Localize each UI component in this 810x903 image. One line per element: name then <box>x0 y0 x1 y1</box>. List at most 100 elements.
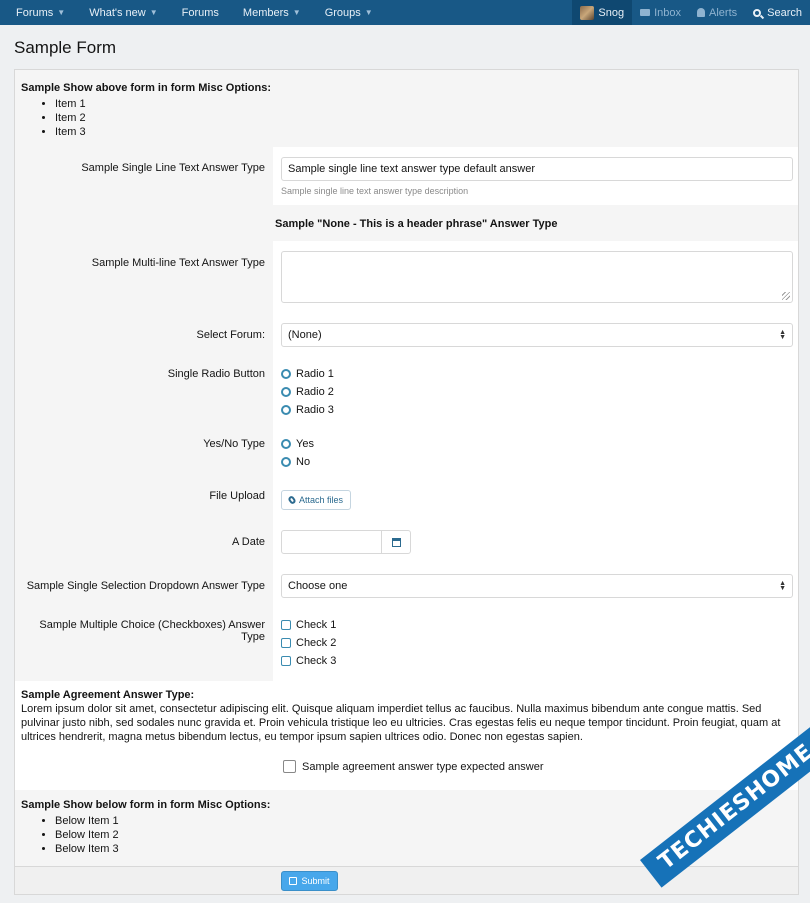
select-forum-dropdown[interactable]: (None) ▲ ▼ <box>281 323 793 347</box>
label-column <box>15 147 273 681</box>
pre-form-section: Sample Show above form in form Misc Opti… <box>15 70 798 147</box>
save-icon <box>289 877 298 885</box>
radio-option[interactable]: Radio 1 <box>281 365 334 383</box>
calendar-icon <box>391 537 401 547</box>
checkbox-group: Check 1 Check 2 Check 3 <box>281 616 336 670</box>
avatar <box>580 5 595 20</box>
alerts-label: Alerts <box>709 6 738 19</box>
single-dropdown-value: Choose one <box>288 580 348 592</box>
select-arrows-icon: ▲ ▼ <box>779 580 786 592</box>
alerts-link[interactable]: Alerts <box>689 0 745 25</box>
radio-icon[interactable] <box>281 439 291 449</box>
radio-icon[interactable] <box>281 369 291 379</box>
search-link[interactable]: Search <box>745 0 810 25</box>
search-label: Search <box>767 6 802 19</box>
paperclip-icon <box>287 495 297 505</box>
inbox-link[interactable]: Inbox <box>632 0 689 25</box>
radio-icon[interactable] <box>281 457 291 467</box>
list-item: Item 1 <box>55 97 792 111</box>
attach-files-button[interactable]: Attach files <box>281 490 352 510</box>
agreement-text: Lorem ipsum dolor sit amet, consectetur … <box>21 703 781 743</box>
checkbox-option[interactable]: Check 1 <box>281 616 336 634</box>
radio-option-label: Radio 1 <box>296 368 334 380</box>
page-title: Sample Form <box>14 38 117 57</box>
radio-option-yes[interactable]: Yes <box>281 435 314 453</box>
agreement-checkbox[interactable]: Sample agreement answer type expected an… <box>283 760 544 773</box>
checkbox-option-label: Check 2 <box>296 637 337 649</box>
file-upload-label: File Upload <box>209 490 265 502</box>
agreement-check-label: Sample agreement answer type expected an… <box>302 760 544 773</box>
date-picker[interactable] <box>281 530 411 554</box>
pre-form-title: Sample Show above form in form Misc Opti… <box>21 82 271 94</box>
checkbox-icon[interactable] <box>281 656 291 666</box>
user-menu[interactable]: Snog <box>572 0 633 25</box>
single-line-label: Sample Single Line Text Answer Type <box>81 162 265 174</box>
inbox-label: Inbox <box>654 6 682 19</box>
radio-icon[interactable] <box>281 387 291 397</box>
submit-button[interactable]: Submit <box>281 871 338 891</box>
radio-option[interactable]: Radio 2 <box>281 383 334 401</box>
attach-files-label: Attach files <box>299 495 344 505</box>
radio-option-label: Radio 2 <box>296 386 334 398</box>
form-block: Sample Show above form in form Misc Opti… <box>14 69 799 895</box>
select-forum-label: Select Forum: <box>196 329 265 341</box>
checkboxes-label: Sample Multiple Choice (Checkboxes) Answ… <box>39 619 265 643</box>
single-dropdown[interactable]: Choose one ▲ ▼ <box>281 574 793 598</box>
single-line-hint: Sample single line text answer type desc… <box>281 186 469 196</box>
chevron-down-icon: ▼ <box>57 8 66 17</box>
nav-members[interactable]: Members ▼ <box>227 0 309 25</box>
resize-grip-icon[interactable] <box>782 292 790 300</box>
checkbox-option-label: Check 1 <box>296 619 337 631</box>
checkbox-option[interactable]: Check 3 <box>281 652 336 670</box>
nav-forums-link-label: Forums <box>181 6 219 19</box>
single-dropdown-label: Sample Single Selection Dropdown Answer … <box>26 580 265 592</box>
chevron-down-icon: ▼ <box>364 8 373 17</box>
select-arrows-icon: ▲ ▼ <box>779 329 786 341</box>
nav-user-area: Snog Inbox Alerts Search <box>572 0 810 25</box>
checkbox-option[interactable]: Check 2 <box>281 634 336 652</box>
date-label: A Date <box>231 536 265 548</box>
multi-line-textarea[interactable] <box>281 251 793 303</box>
calendar-button[interactable] <box>382 531 410 553</box>
pre-form-list: Item 1 Item 2 Item 3 <box>55 97 792 139</box>
radio-icon[interactable] <box>281 405 291 415</box>
yes-no-label: Yes/No Type <box>203 438 265 450</box>
radio-option-label: Radio 3 <box>296 404 334 416</box>
checkbox-icon[interactable] <box>281 638 291 648</box>
single-line-input[interactable]: Sample single line text answer type defa… <box>281 157 793 181</box>
envelope-icon <box>640 9 651 16</box>
checkbox-icon[interactable] <box>281 620 291 630</box>
select-forum-value: (None) <box>288 329 322 341</box>
agreement-section: Sample Agreement Answer Type: Lorem ipsu… <box>21 689 793 744</box>
date-input[interactable] <box>282 531 383 553</box>
top-nav: Forums ▼ What's new ▼ Forums Members ▼ Grou… <box>0 0 810 25</box>
submit-label: Submit <box>301 876 330 886</box>
bell-icon <box>697 8 706 17</box>
radio-option[interactable]: Radio 3 <box>281 401 334 419</box>
list-item: Item 2 <box>55 111 792 125</box>
nav-tabs: Forums ▼ What's new ▼ Forums Members ▼ Grou… <box>0 0 381 25</box>
radio-option-label: No <box>296 456 311 468</box>
nav-forums[interactable]: Forums ▼ <box>0 0 73 25</box>
nav-groups[interactable]: Groups ▼ <box>309 0 381 25</box>
chevron-down-icon: ▼ <box>292 8 301 17</box>
search-icon <box>753 8 762 17</box>
post-form-title: Sample Show below form in form Misc Opti… <box>21 799 271 811</box>
nav-forums-link[interactable]: Forums <box>166 0 227 25</box>
username: Snog <box>598 6 625 19</box>
radio-option-no[interactable]: No <box>281 453 314 471</box>
nav-whats-new[interactable]: What's new ▼ <box>73 0 165 25</box>
yes-no-group: Yes No <box>281 435 314 471</box>
checkbox-option-label: Check 3 <box>296 655 337 667</box>
nav-forums-label: Forums <box>16 6 54 19</box>
nav-members-label: Members <box>242 6 289 19</box>
checkbox-icon[interactable] <box>283 760 296 773</box>
nav-whats-new-label: What's new <box>89 6 146 19</box>
agreement-title: Sample Agreement Answer Type: <box>21 689 195 701</box>
list-item: Item 3 <box>55 125 792 139</box>
chevron-down-icon: ▼ <box>149 8 158 17</box>
radio-group: Radio 1 Radio 2 Radio 3 <box>281 365 334 419</box>
header-phrase: Sample "None - This is a header phrase" … <box>275 218 558 230</box>
multi-line-label: Sample Multi-line Text Answer Type <box>91 257 265 269</box>
single-radio-label: Single Radio Button <box>167 368 265 380</box>
